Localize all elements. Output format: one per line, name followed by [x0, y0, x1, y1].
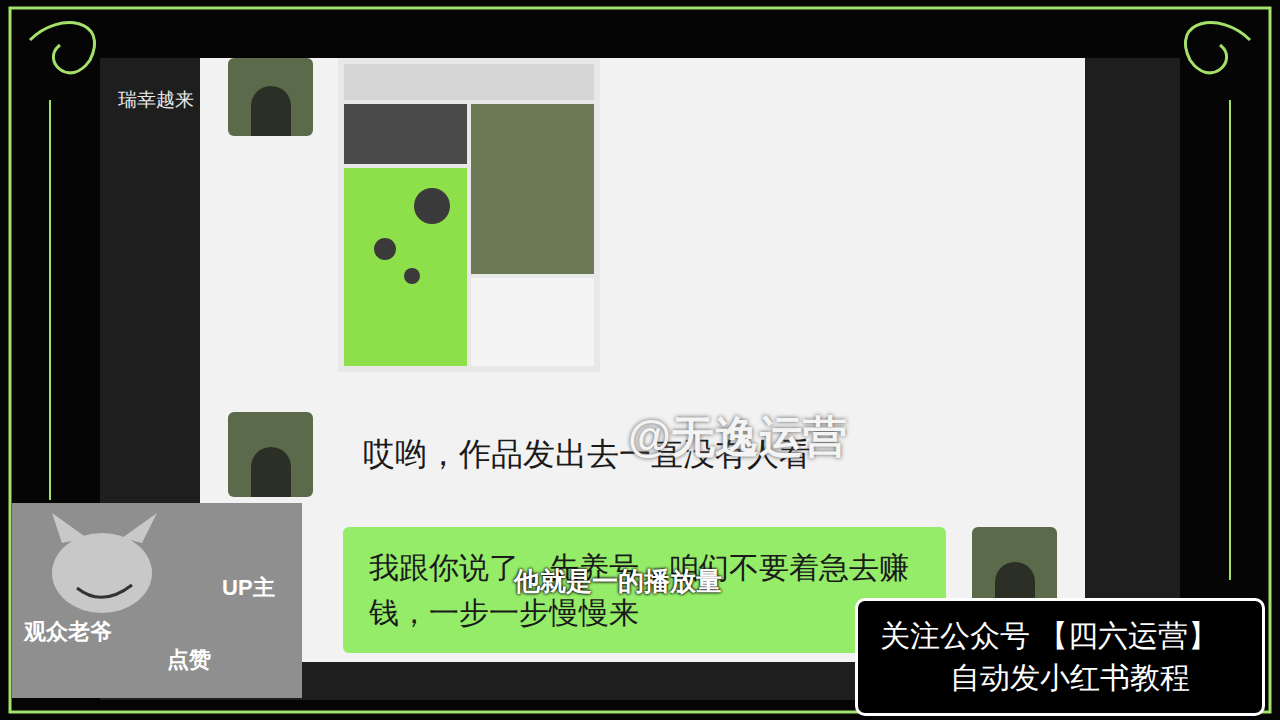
avatar[interactable]: [228, 58, 313, 136]
banner-line: 关注公众号 【四六运营】: [880, 615, 1218, 657]
image-message[interactable]: [338, 58, 600, 372]
cat-cartoon-icon: [32, 513, 182, 633]
video-frame: 瑞幸越来bili哎哟，作品发出去一直没有人看我跟你说了，先养号，咱们不要着急去赚…: [0, 0, 1280, 720]
avatar[interactable]: [228, 412, 313, 497]
banner-line: 自动发小红书教程: [950, 657, 1240, 699]
sticker: UP主观众老爷点赞: [12, 503, 302, 698]
watermark: @无逸运营: [628, 404, 847, 470]
promo-banner: 关注公众号 【四六运营】自动发小红书教程: [855, 598, 1265, 716]
subtitle: 他就是一的播放量: [514, 562, 722, 601]
chat-row: [228, 58, 1057, 372]
